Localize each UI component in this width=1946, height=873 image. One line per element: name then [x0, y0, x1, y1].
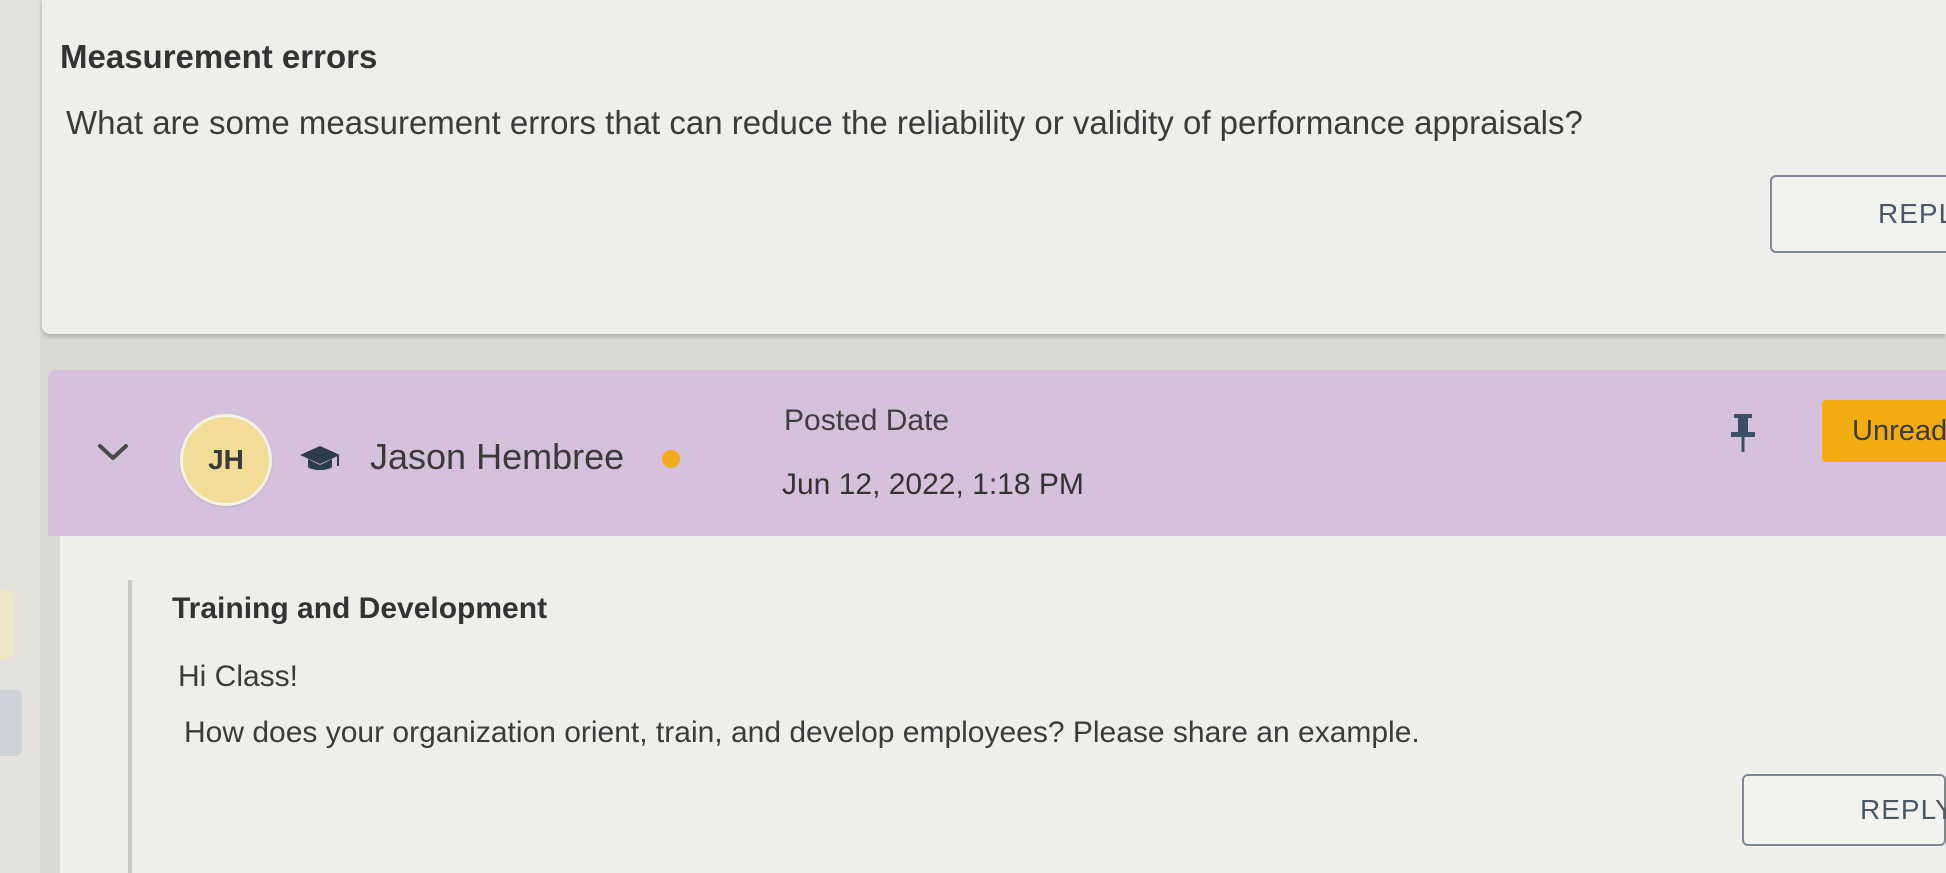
topic-question: What are some measurement errors that ca…: [66, 104, 1583, 141]
posted-date-label: Posted Date: [784, 404, 950, 437]
post-header: JH Jason Hembree Posted Date Jun 12, 202…: [48, 370, 1946, 536]
side-tab[interactable]: [0, 690, 22, 756]
pin-icon[interactable]: [1728, 412, 1758, 454]
avatar[interactable]: JH: [180, 414, 272, 506]
author-name[interactable]: Jason Hembree: [370, 436, 624, 478]
post-question: How does your organization orient, train…: [184, 716, 1420, 749]
reply-label: REPLY: [1860, 794, 1946, 825]
posted-date-value: Jun 12, 2022, 1:18 PM: [782, 468, 1084, 501]
unread-badge[interactable]: Unread: [1822, 400, 1946, 462]
post-reply-button[interactable]: REPLY: [1742, 774, 1946, 846]
online-status-dot: [662, 450, 680, 468]
post-greeting: Hi Class!: [178, 660, 299, 693]
post-body: Training and Development Hi Class! How d…: [60, 536, 1946, 873]
chevron-down-icon[interactable]: [96, 440, 130, 464]
side-tab[interactable]: [0, 590, 14, 660]
topic-title: Measurement errors: [60, 38, 378, 75]
post-left-rule: [128, 580, 132, 873]
graduation-cap-icon: [300, 446, 340, 470]
topic-card: Measurement errors What are some measure…: [42, 0, 1946, 334]
post-title: Training and Development: [172, 592, 548, 625]
topic-reply-button[interactable]: REPLY: [1770, 175, 1946, 253]
reply-label: REPLY: [1878, 198, 1946, 229]
